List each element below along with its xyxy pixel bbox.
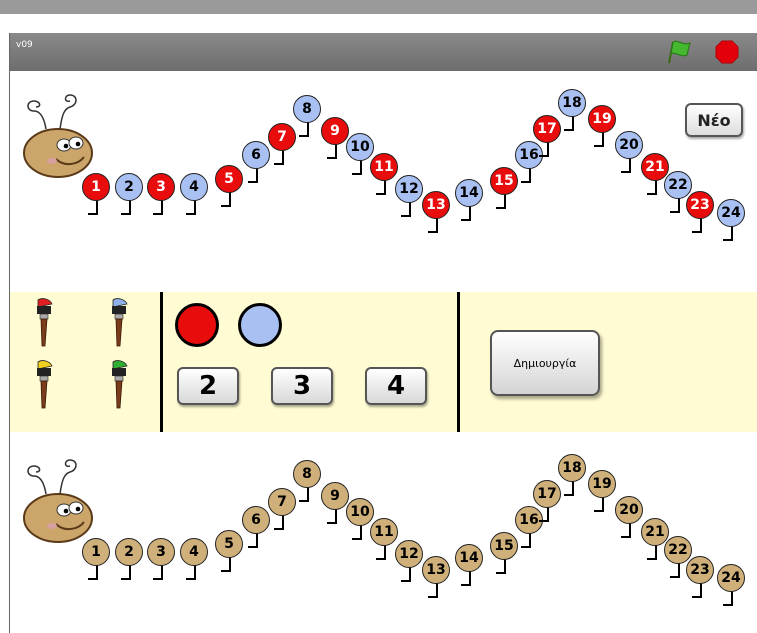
- new-button[interactable]: Νέο: [685, 103, 743, 137]
- caterpillar-segment[interactable]: 21: [641, 153, 669, 181]
- caterpillar-segment[interactable]: 6: [242, 141, 270, 169]
- caterpillar-segment[interactable]: 20: [615, 131, 643, 159]
- caterpillar-segment[interactable]: 13: [422, 191, 450, 219]
- caterpillar-segment[interactable]: 1: [82, 173, 110, 201]
- caterpillar-segment[interactable]: 9: [321, 482, 349, 510]
- caterpillar-segment[interactable]: 11: [370, 518, 398, 546]
- create-button[interactable]: Δημιουργία: [490, 330, 600, 396]
- top-border: [0, 0, 757, 14]
- title-bar: v09: [10, 33, 757, 71]
- caterpillar-head-icon: [23, 94, 93, 178]
- caterpillar-segment[interactable]: 4: [180, 173, 208, 201]
- caterpillar-segment[interactable]: 21: [641, 518, 669, 546]
- caterpillar-segment[interactable]: 22: [664, 536, 692, 564]
- caterpillar-segment[interactable]: 24: [717, 199, 745, 227]
- caterpillar-segment[interactable]: 5: [215, 530, 243, 558]
- stage: v09 Νέο 1 2 3 4 5 6 7 8 9 10 11 12 13 14 15 16 17 18 19 20 2…: [9, 33, 757, 633]
- yellow-brush-icon[interactable]: [32, 360, 58, 410]
- version-label: v09: [16, 40, 33, 50]
- pattern-3-button[interactable]: 3: [271, 367, 333, 405]
- caterpillar-segment[interactable]: 8: [293, 460, 321, 488]
- blue-color-swatch[interactable]: [238, 303, 282, 347]
- red-brush-icon[interactable]: [32, 298, 58, 348]
- caterpillar-segment[interactable]: 18: [558, 454, 586, 482]
- pattern-2-button[interactable]: 2: [177, 367, 239, 405]
- caterpillar-segment[interactable]: 14: [455, 179, 483, 207]
- caterpillar-segment[interactable]: 1: [82, 538, 110, 566]
- caterpillar-segment[interactable]: 10: [346, 133, 374, 161]
- caterpillar-segment[interactable]: 6: [242, 506, 270, 534]
- pattern-4-button[interactable]: 4: [365, 367, 427, 405]
- caterpillar-segment[interactable]: 2: [115, 538, 143, 566]
- caterpillar-segment[interactable]: 10: [346, 498, 374, 526]
- caterpillar-segment[interactable]: 15: [490, 167, 518, 195]
- caterpillar-segment[interactable]: 13: [422, 556, 450, 584]
- caterpillar-segment[interactable]: 15: [490, 532, 518, 560]
- color-panel: 2 3 4 Δημιουργία: [10, 292, 757, 432]
- caterpillar-segment[interactable]: 20: [615, 496, 643, 524]
- caterpillar-head-icon: [23, 459, 93, 543]
- green-brush-icon[interactable]: [107, 360, 133, 410]
- caterpillar-segment[interactable]: 9: [321, 117, 349, 145]
- caterpillar-segment[interactable]: 14: [455, 544, 483, 572]
- caterpillar-segment[interactable]: 3: [147, 538, 175, 566]
- caterpillar-segment[interactable]: 17: [533, 480, 561, 508]
- caterpillar-segment[interactable]: 4: [180, 538, 208, 566]
- red-color-swatch[interactable]: [175, 303, 219, 347]
- caterpillar-segment[interactable]: 12: [395, 540, 423, 568]
- caterpillar-segment[interactable]: 7: [268, 488, 296, 516]
- green-flag-icon[interactable]: [666, 39, 696, 65]
- caterpillar-segment[interactable]: 18: [558, 89, 586, 117]
- caterpillar-segment[interactable]: 17: [533, 115, 561, 143]
- blue-brush-icon[interactable]: [107, 298, 133, 348]
- caterpillar-segment[interactable]: 23: [686, 556, 714, 584]
- caterpillar-segment[interactable]: 8: [293, 95, 321, 123]
- caterpillar-segment[interactable]: 3: [147, 173, 175, 201]
- caterpillar-segment[interactable]: 5: [215, 165, 243, 193]
- caterpillar-segment[interactable]: 22: [664, 171, 692, 199]
- caterpillar-segment[interactable]: 12: [395, 175, 423, 203]
- caterpillar-segment[interactable]: 7: [268, 123, 296, 151]
- stop-sign-icon[interactable]: [715, 40, 739, 64]
- caterpillar-segment[interactable]: 23: [686, 191, 714, 219]
- caterpillar-segment[interactable]: 19: [588, 105, 616, 133]
- caterpillar-segment[interactable]: 24: [717, 564, 745, 592]
- caterpillar-segment[interactable]: 2: [115, 173, 143, 201]
- caterpillar-segment[interactable]: 11: [370, 153, 398, 181]
- divider-right: [457, 292, 460, 432]
- divider-left: [160, 292, 163, 432]
- caterpillar-segment[interactable]: 19: [588, 470, 616, 498]
